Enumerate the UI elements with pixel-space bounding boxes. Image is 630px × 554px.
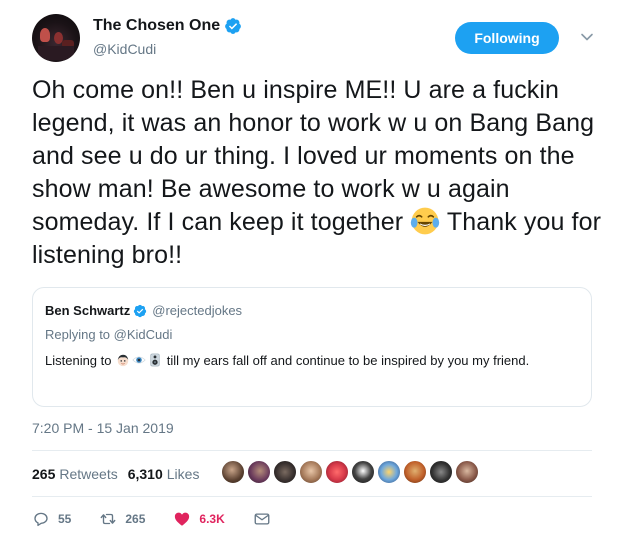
quoted-tweet-header: Ben Schwartz @rejectedjokes xyxy=(45,303,579,318)
retweet-icon xyxy=(100,513,116,525)
quoted-text-part-2: till my ears fall off and continue to be… xyxy=(163,353,530,368)
tweet-header: The Chosen One @KidCudi Following xyxy=(32,12,602,72)
liker-avatars xyxy=(221,460,481,484)
eye-emoji-icon xyxy=(132,356,146,364)
likes-count[interactable]: 6,310 xyxy=(128,466,163,482)
retweet-count: 265 xyxy=(125,512,146,526)
quoted-author-name: Ben Schwartz xyxy=(45,303,131,318)
envelope-icon xyxy=(254,513,270,525)
author-name-row[interactable]: The Chosen One xyxy=(93,17,242,35)
replying-to-line: Replying to @KidCudi xyxy=(45,327,579,342)
liker-avatar[interactable] xyxy=(221,460,245,484)
quoted-tweet-text: Listening to till my ears fall off and c… xyxy=(45,351,579,371)
reply-count: 55 xyxy=(58,512,72,526)
author-display-name[interactable]: The Chosen One xyxy=(93,17,220,35)
heart-icon xyxy=(175,512,190,526)
tweet-timestamp[interactable]: 7:20 PM - 15 Jan 2019 xyxy=(32,420,174,436)
liker-avatar[interactable] xyxy=(377,460,401,484)
man-face-emoji-icon xyxy=(117,354,129,367)
author-handle[interactable]: @KidCudi xyxy=(93,41,156,57)
liker-avatar[interactable] xyxy=(351,460,375,484)
verified-badge-icon xyxy=(134,304,147,317)
divider xyxy=(32,496,592,497)
engagement-stats: 265 Retweets 6,310 Likes xyxy=(32,460,209,488)
tweet-actions: 55 265 6.3K xyxy=(32,508,307,530)
like-button[interactable]: 6.3K xyxy=(173,510,225,528)
retweets-count[interactable]: 265 xyxy=(32,466,55,482)
retweet-button[interactable]: 265 xyxy=(99,510,145,528)
liker-avatar[interactable] xyxy=(299,460,323,484)
quoted-author-handle: @rejectedjokes xyxy=(152,303,243,318)
author-avatar[interactable] xyxy=(32,14,80,62)
liker-avatar[interactable] xyxy=(429,460,453,484)
following-button[interactable]: Following xyxy=(455,22,559,54)
retweets-label[interactable]: Retweets xyxy=(59,466,117,482)
reply-icon xyxy=(34,512,48,527)
face-with-tears-of-joy-icon xyxy=(411,207,440,235)
liker-avatar[interactable] xyxy=(325,460,349,484)
quoted-text-part-1: Listening to xyxy=(45,353,116,368)
replying-prefix: Replying to xyxy=(45,327,114,342)
liker-avatar[interactable] xyxy=(403,460,427,484)
direct-message-button[interactable] xyxy=(253,510,279,528)
replying-to-handle[interactable]: @KidCudi xyxy=(114,327,173,342)
speaker-emoji-icon xyxy=(150,353,160,367)
tweet-text: Oh come on!! Ben u inspire ME!! U are a … xyxy=(32,74,602,272)
quoted-tweet[interactable]: Ben Schwartz @rejectedjokes Replying to … xyxy=(32,287,592,407)
verified-badge-icon xyxy=(225,18,241,34)
divider xyxy=(32,450,592,451)
likes-label[interactable]: Likes xyxy=(167,466,200,482)
chevron-down-icon[interactable] xyxy=(580,30,594,44)
like-count: 6.3K xyxy=(199,512,225,526)
liker-avatar[interactable] xyxy=(247,460,271,484)
liker-avatar[interactable] xyxy=(273,460,297,484)
liker-avatar[interactable] xyxy=(455,460,479,484)
reply-button[interactable]: 55 xyxy=(32,510,71,528)
